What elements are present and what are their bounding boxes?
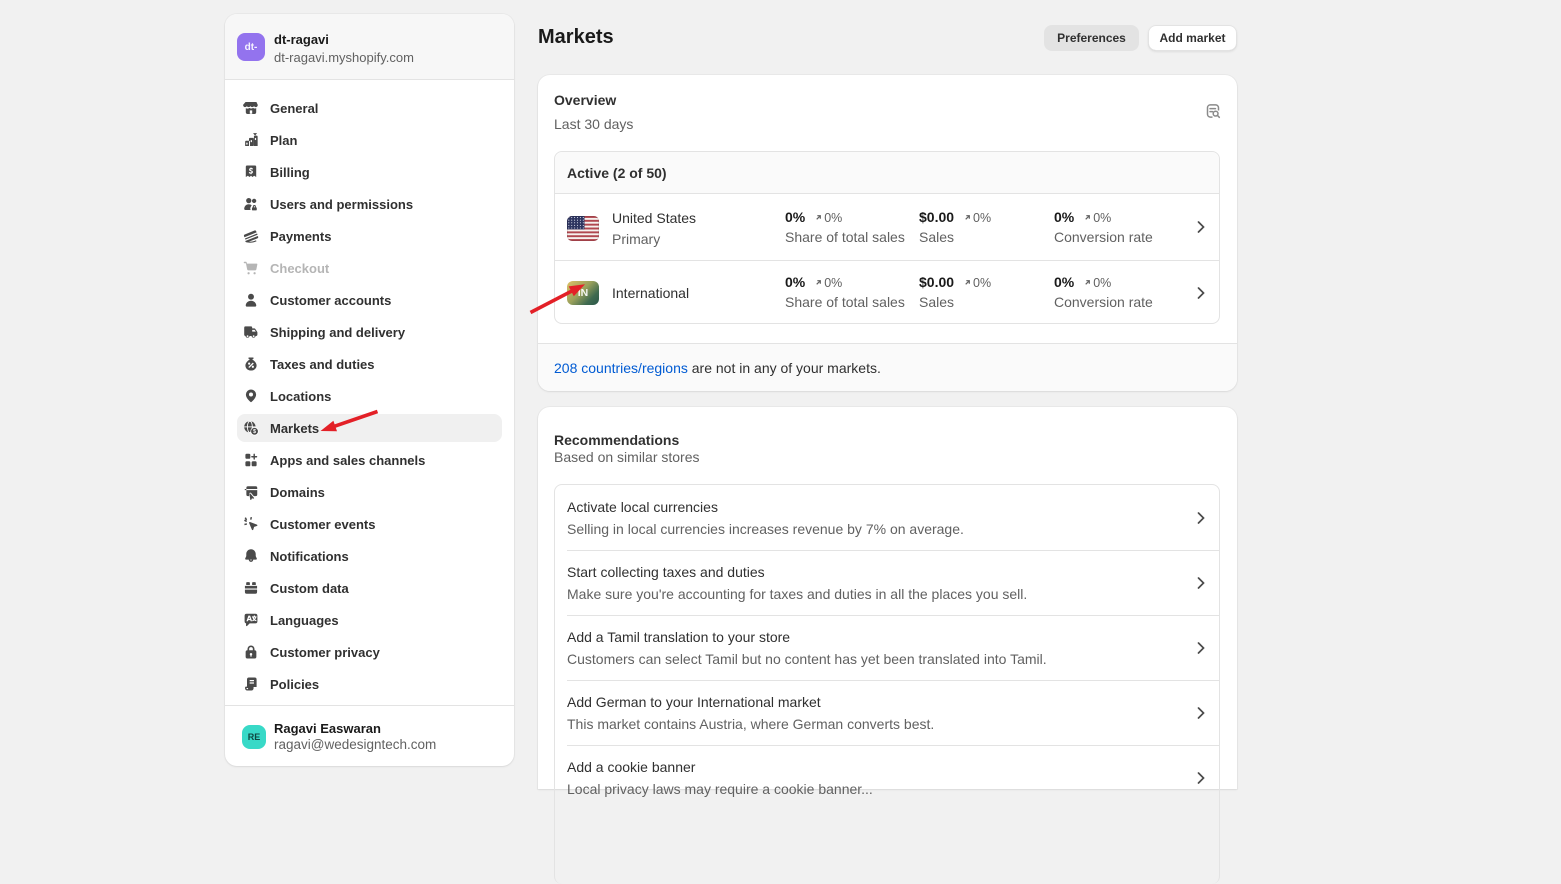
svg-text:$: $ [253,429,256,435]
